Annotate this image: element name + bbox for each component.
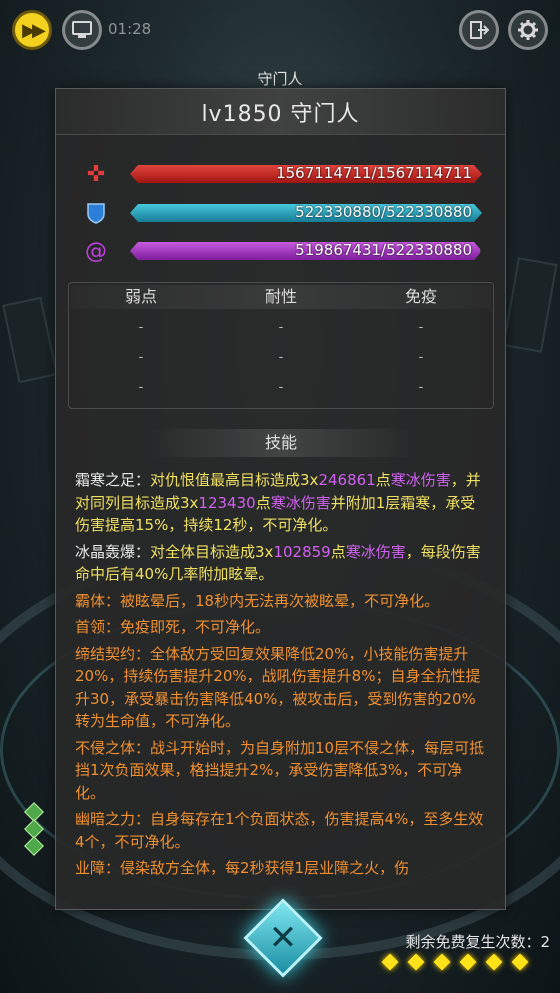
floating-rock [2,296,58,384]
shield-icon [80,198,112,228]
skill-text: 点 [330,542,346,561]
damage-number: 102859 [273,542,331,561]
shield-bar: 522330880/522330880 [130,204,482,222]
skill-text: 点 [255,493,271,512]
skill-text: 点 [375,471,391,489]
side-buff-icons [24,802,44,856]
energy-bar: 519867431/522330880 [130,242,482,260]
skill-text: 对全体目标造成3x [150,542,274,561]
resistance-table: 弱点 耐性 免疫 - - - - - - - - - [68,282,494,409]
table-cell: - [418,320,424,335]
revive-dots [381,953,540,971]
energy-row: @ 519867431/522330880 [80,238,485,264]
battle-timer: 01:28 [108,20,152,38]
fast-forward-button[interactable]: ▶▶ [12,10,52,50]
hp-row: ✜ 1567114711/1567114711 [80,161,485,187]
damage-number: 123430 [198,493,256,512]
buff-icon [24,836,44,856]
header-immunity: 免疫 [404,287,437,306]
gear-icon [518,20,538,40]
damage-type: 寒冰伤害 [390,471,451,489]
skill-karma: 业障：侵染敌方全体，每2秒获得1层业障之火，伤 [75,859,410,877]
hp-bar: 1567114711/1567114711 [130,165,482,183]
skill-text: 对仇恨值最高目标造成3x [150,471,319,489]
close-x-icon: ✕ [268,918,298,958]
settings-button[interactable] [508,10,548,50]
revive-dot [485,953,503,971]
skill-super-armor: 霸体：被眩晕后，18秒内无法再次被眩晕，不可净化。 [75,591,440,610]
shield-value: 522330880/522330880 [295,203,472,221]
revive-dot [459,953,477,971]
panel-title: lv1850 守门人 [56,89,505,135]
skill-frost-feet: 霜寒之足：对仇恨值最高目标造成3x246861点寒冰伤害，并对同列目标造成3x1… [75,469,490,537]
table-cell: - [278,320,284,335]
table-cell: - [278,350,284,365]
fast-forward-icon: ▶▶ [22,19,46,41]
energy-value: 519867431/522330880 [295,241,472,259]
cross-hp-icon: ✜ [86,161,106,187]
exit-button[interactable] [459,10,499,50]
table-cell: - [278,380,284,395]
revive-dot [433,953,451,971]
revive-dot [381,953,399,971]
free-revive-count: 剩余免费复生次数：2 [405,933,550,951]
damage-number: 246861 [318,471,376,489]
shield-row: 522330880/522330880 [80,200,485,224]
skill-invulnerable-body: 不侵之体：战斗开始时，为自身附加10层不侵之体，每层可抵挡1次负面效果，格挡提升… [75,738,485,802]
hp-value: 1567114711/1567114711 [276,164,472,182]
revive-dot [407,953,425,971]
skill-name: 冰晶轰爆： [75,542,151,561]
close-button[interactable]: ✕ [238,898,328,978]
resistance-cells: - - - - - - - - - [71,313,491,403]
boss-info-panel: lv1850 守门人 ✜ 1567114711/1567114711 52233… [55,88,506,910]
monitor-button[interactable] [62,10,102,50]
header-resistance: 耐性 [264,287,297,306]
table-cell: - [138,350,144,365]
monitor-icon [72,21,92,38]
header-weakness: 弱点 [124,287,157,306]
skill-covenant: 缔结契约：全体敌方受回复效果降低20%，小技能伤害提升20%，持续伤害提升20%… [75,644,481,731]
table-cell: - [138,320,144,335]
resistance-header: 弱点 耐性 免疫 [71,285,491,309]
revive-dot [511,953,529,971]
skill-dark-power: 幽暗之力：自身每存在1个负面状态，伤害提高4%，至多生效4个，不可净化。 [75,810,484,851]
table-cell: - [418,380,424,395]
spiral-energy-icon: @ [85,238,107,264]
skill-name: 霜寒之足： [75,471,151,489]
floating-rock [502,257,558,353]
skill-list[interactable]: 霜寒之足：对仇恨值最高目标造成3x246861点寒冰伤害，并对同列目标造成3x1… [75,469,490,884]
weakness-column: - - - [71,313,211,403]
exit-icon [470,21,489,39]
immunity-column: - - - [351,313,491,403]
boss-name-tag: 守门人 [257,70,303,88]
skill-ice-crystal-burst: 冰晶轰爆：对全体目标造成3x102859点寒冰伤害，每段伤害命中后有40%几率附… [75,541,490,586]
top-bar: ▶▶ 01:28 [0,0,560,60]
damage-type: 寒冰伤害 [345,542,406,561]
skill-leader: 首领：免疫即死，不可净化。 [75,618,271,636]
table-cell: - [138,380,144,395]
table-cell: - [418,350,424,365]
damage-type: 寒冰伤害 [270,493,331,512]
resistance-column: - - - [211,313,351,403]
skills-title: 技能 [146,429,416,457]
